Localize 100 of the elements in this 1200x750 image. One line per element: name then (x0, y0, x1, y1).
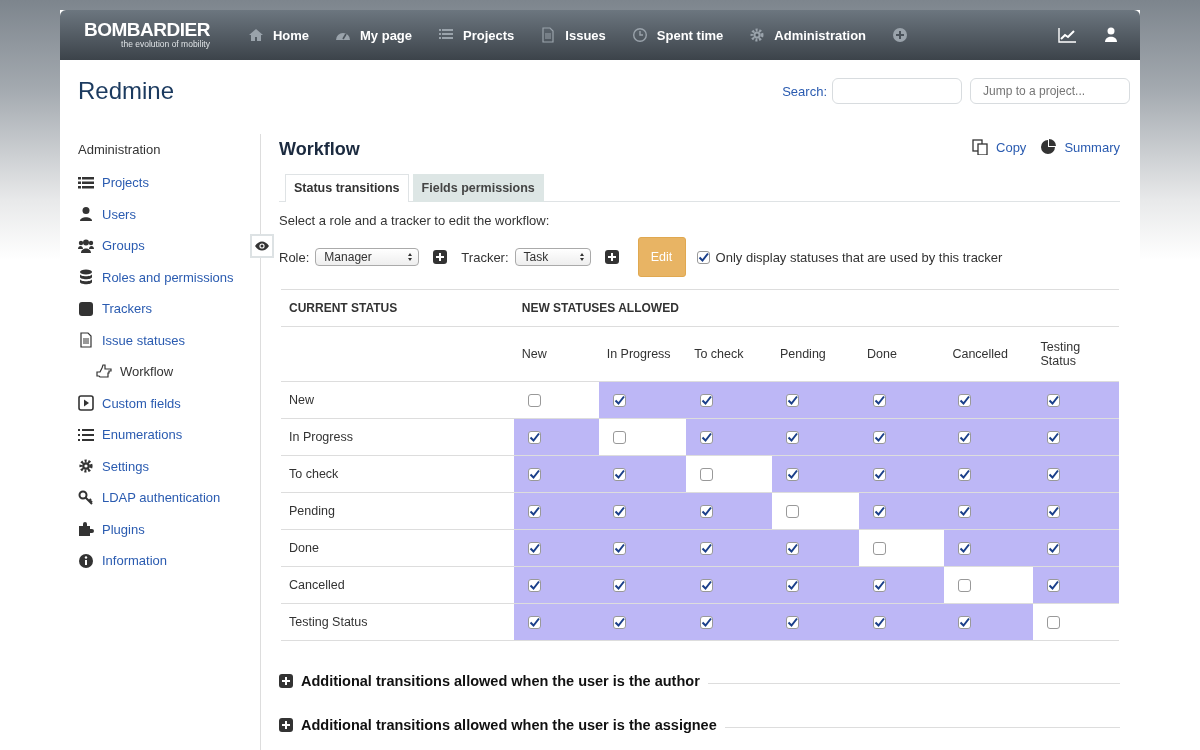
sidebar-item[interactable]: Custom fields (78, 387, 181, 419)
sidebar-item[interactable]: Information (78, 545, 168, 577)
checkbox[interactable] (958, 468, 972, 482)
section-toggle[interactable]: Additional transitions allowed when the user is the author (279, 673, 700, 689)
menu-item[interactable]: Home (247, 27, 309, 43)
checkbox[interactable] (612, 542, 626, 556)
role-dropdown[interactable]: Manager (315, 248, 420, 266)
menu-item[interactable]: Issues (540, 27, 606, 43)
checkbox[interactable] (958, 542, 972, 556)
checkbox[interactable] (612, 505, 626, 519)
checkbox[interactable] (1046, 542, 1060, 556)
tab[interactable]: Status transitions (285, 174, 409, 202)
checkbox[interactable] (527, 579, 541, 593)
site-title: Redmine (78, 77, 176, 105)
checkbox[interactable] (696, 250, 710, 264)
checkbox[interactable] (958, 394, 972, 408)
checkbox[interactable] (785, 542, 799, 556)
logo: BOMBARDIER (84, 21, 210, 39)
checkbox[interactable] (873, 468, 886, 482)
checkbox[interactable] (873, 394, 886, 408)
checkbox[interactable] (785, 394, 799, 408)
action-link[interactable]: Summary (1040, 139, 1120, 155)
checkbox[interactable] (700, 579, 714, 593)
checkbox[interactable] (527, 616, 541, 630)
checkbox[interactable] (785, 468, 799, 482)
action-link[interactable]: Copy (972, 139, 1027, 155)
sidebar-item[interactable]: Groups (78, 230, 145, 262)
sidebar-item[interactable]: Projects (78, 167, 149, 199)
search-field[interactable] (832, 78, 962, 104)
checkbox[interactable] (612, 579, 626, 593)
plus-icon (433, 250, 448, 264)
menu-item[interactable]: Administration (749, 27, 867, 43)
home-icon (247, 27, 264, 43)
checkbox[interactable] (700, 394, 714, 408)
checkbox[interactable] (873, 431, 886, 445)
checkbox[interactable] (1046, 431, 1060, 445)
checkbox[interactable] (527, 431, 541, 445)
plus-icon (604, 250, 619, 264)
eye-toggle[interactable] (250, 234, 274, 258)
status-name: To check (289, 467, 339, 481)
sidebar-item[interactable]: Workflow (96, 356, 174, 388)
checkbox[interactable] (527, 542, 541, 556)
clock-icon (631, 27, 648, 43)
play-icon (78, 395, 94, 412)
sidebar-item[interactable]: Roles and permissions (78, 261, 234, 293)
checkbox[interactable] (700, 616, 714, 630)
menu-item[interactable]: My page (335, 27, 413, 43)
checkbox[interactable] (785, 579, 799, 593)
tracker-dropdown[interactable]: Task (514, 248, 591, 266)
key-icon (78, 489, 94, 506)
checkbox[interactable] (958, 616, 972, 630)
checkbox[interactable] (785, 505, 799, 519)
column-header: Done (867, 347, 897, 361)
column-header: New (521, 347, 547, 361)
checkbox[interactable] (700, 468, 714, 482)
page-title: Workflow (279, 138, 361, 160)
puzzle-icon (78, 521, 94, 538)
checkbox[interactable] (700, 431, 714, 445)
checkbox[interactable] (958, 579, 972, 593)
checkbox[interactable] (785, 431, 799, 445)
sidebar-item[interactable]: LDAP authentication (78, 482, 221, 514)
checkbox[interactable] (1046, 579, 1060, 593)
sidebar-item[interactable]: Trackers (78, 293, 153, 325)
checkbox[interactable] (1046, 468, 1060, 482)
status-name: In Progress (289, 430, 353, 444)
checkbox[interactable] (612, 616, 626, 630)
checkbox[interactable] (527, 394, 541, 408)
checkbox[interactable] (700, 542, 714, 556)
menu-item[interactable]: Spent time (631, 27, 724, 43)
checkbox[interactable] (612, 468, 626, 482)
checkbox[interactable] (1046, 616, 1060, 630)
checkbox[interactable] (785, 616, 799, 630)
checkbox[interactable] (873, 542, 886, 556)
checkbox[interactable] (527, 505, 541, 519)
section-toggle[interactable]: Additional transitions allowed when the user is the assignee (279, 717, 717, 733)
sidebar-item[interactable]: Users (78, 198, 136, 230)
sidebar-item[interactable]: Settings (78, 450, 149, 482)
checkbox[interactable] (1046, 394, 1060, 408)
checkbox[interactable] (527, 468, 541, 482)
checkbox[interactable] (958, 431, 972, 445)
menu-item[interactable]: Projects (438, 27, 515, 43)
copy-icon (972, 139, 988, 155)
checkbox[interactable] (873, 579, 886, 593)
document-icon (78, 332, 94, 349)
checkbox[interactable] (1046, 505, 1060, 519)
checkbox[interactable] (612, 431, 626, 445)
checkbox[interactable] (612, 394, 626, 408)
checkbox[interactable] (873, 616, 886, 630)
tab[interactable]: Fields permissions (412, 174, 544, 202)
sidebar-item[interactable]: Enumerations (78, 419, 183, 451)
project-jump-field[interactable]: Jump to a project... (970, 78, 1130, 104)
sidebar-item[interactable]: Plugins (78, 513, 145, 545)
checkbox-label: Only display statuses that are used by this tracker (715, 249, 1003, 265)
plus-icon (279, 718, 293, 732)
checkbox[interactable] (700, 505, 714, 519)
checkbox[interactable] (958, 505, 972, 519)
pointing-hand-icon (96, 363, 112, 380)
checkbox[interactable] (873, 505, 886, 519)
sidebar-item[interactable]: Issue statuses (78, 324, 186, 356)
updown-icon (578, 252, 585, 262)
